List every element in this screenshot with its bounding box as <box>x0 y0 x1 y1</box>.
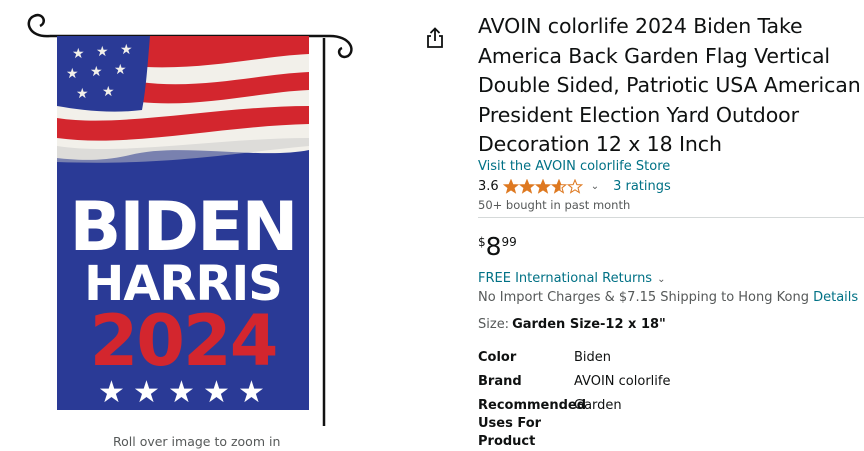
svg-text:★: ★ <box>90 64 103 80</box>
svg-text:★: ★ <box>76 86 89 102</box>
star-icon <box>550 178 567 194</box>
svg-text:★: ★ <box>114 62 127 78</box>
svg-text:★: ★ <box>133 375 160 410</box>
spec-value-brand: AVOIN colorlife <box>574 374 671 389</box>
spec-label-brand: Brand <box>478 374 522 389</box>
chevron-down-icon[interactable]: ⌄ <box>591 181 599 192</box>
svg-text:★: ★ <box>72 46 85 62</box>
star-rating[interactable] <box>502 178 583 194</box>
star-icon <box>566 178 583 194</box>
size-label: Size: <box>478 317 510 332</box>
product-image[interactable]: ★ ★ ★ ★ ★ ★ ★ ★ BIDEN HARRIS 2024 ★ ★ ★ … <box>20 10 365 430</box>
svg-text:★: ★ <box>168 375 195 410</box>
svg-text:★: ★ <box>98 375 125 410</box>
shipping-details-link[interactable]: Details <box>813 290 858 305</box>
flag-text-line3: 2024 <box>90 300 277 382</box>
star-icon <box>518 178 535 194</box>
spec-label-color: Color <box>478 350 517 365</box>
bought-badge: 50+ bought in past month <box>478 198 631 212</box>
rating-value: 3.6 <box>478 178 499 194</box>
svg-text:★: ★ <box>238 375 265 410</box>
price-whole: 8 <box>485 232 502 261</box>
shipping-info: No Import Charges & $7.15 Shipping to Ho… <box>478 290 864 305</box>
spec-value-recommended-uses: Garden <box>574 398 622 413</box>
flag-bottom-stars: ★ ★ ★ ★ ★ <box>98 375 265 410</box>
free-returns-link[interactable]: FREE International Returns ⌄ <box>478 271 665 286</box>
svg-text:★: ★ <box>66 66 79 82</box>
share-icon[interactable] <box>425 27 445 49</box>
chevron-down-icon: ⌄ <box>657 274 666 285</box>
svg-text:★: ★ <box>203 375 230 410</box>
shipping-text: No Import Charges & $7.15 Shipping to Ho… <box>478 290 809 305</box>
product-title: AVOIN colorlife 2024 Biden Take America … <box>478 14 861 156</box>
spec-value-color: Biden <box>574 350 612 365</box>
size-value: Garden Size-12 x 18" <box>512 317 666 332</box>
svg-text:★: ★ <box>96 44 109 60</box>
price-fraction: 99 <box>501 235 517 249</box>
zoom-hint: Roll over image to zoom in <box>113 434 281 449</box>
divider <box>478 217 864 218</box>
spec-label-recommended-uses: Recommended Uses For Product <box>478 398 587 449</box>
size-selector[interactable]: Size: Garden Size-12 x 18" <box>478 317 666 332</box>
price-currency: $ <box>478 235 486 249</box>
star-icon <box>534 178 551 194</box>
free-returns-label: FREE International Returns <box>478 271 653 286</box>
flag: ★ ★ ★ ★ ★ ★ ★ ★ BIDEN HARRIS 2024 ★ ★ ★ … <box>57 36 309 410</box>
svg-text:★: ★ <box>120 42 133 58</box>
price: $899 <box>478 232 517 261</box>
svg-text:★: ★ <box>102 84 115 100</box>
star-icon <box>502 178 519 194</box>
store-link[interactable]: Visit the AVOIN colorlife Store <box>478 159 670 174</box>
rating-row: 3.6 ⌄ 3 ratings <box>478 177 671 195</box>
ratings-count-link[interactable]: 3 ratings <box>613 179 671 194</box>
